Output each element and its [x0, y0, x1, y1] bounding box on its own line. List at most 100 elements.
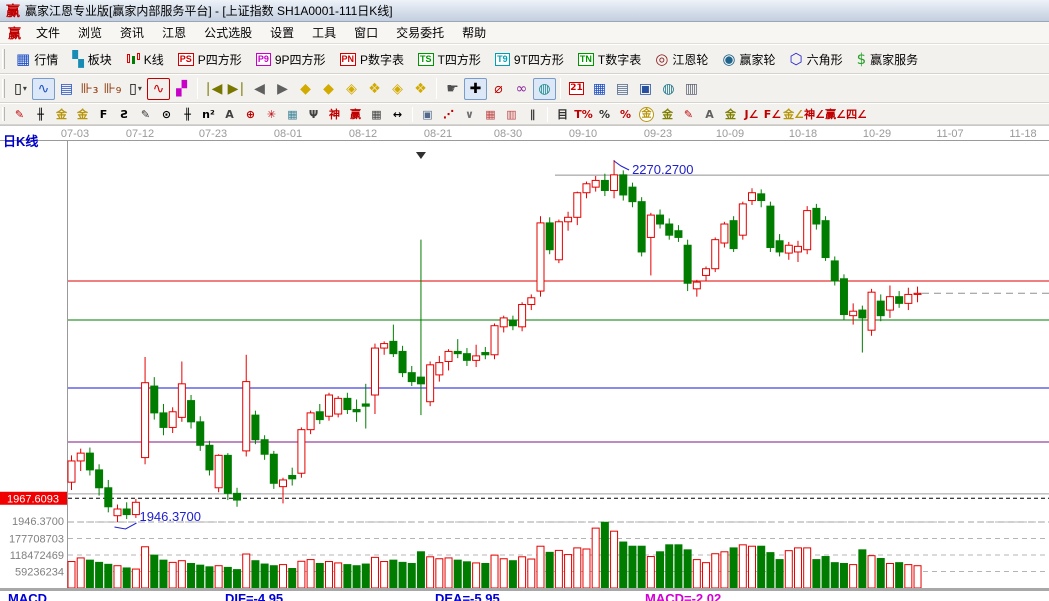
- calculator-button[interactable]: ▦: [588, 78, 611, 100]
- menu-item-1[interactable]: 文件: [27, 22, 69, 43]
- box-frame-tool[interactable]: ▣: [417, 105, 438, 123]
- marker-pen-tool[interactable]: ✎: [135, 105, 156, 123]
- star-grid-tool[interactable]: ✳: [261, 105, 282, 123]
- gann-wheel-button[interactable]: ◎ 江恩轮: [648, 48, 715, 71]
- web-grid-tool[interactable]: ▦: [282, 105, 303, 123]
- chart-area[interactable]: 07-03 07-12 07-23 08-01 08-12 08-21 08-30 09-10…: [0, 125, 1049, 601]
- mirror-tool[interactable]: A: [219, 105, 240, 123]
- smart-tool[interactable]: ◍: [533, 77, 556, 100]
- title-bar[interactable]: 赢 赢家江恩专业版[赢家内部服务平台] - [上证指数 SH1A0001-111…: [0, 0, 1049, 22]
- volume-bar: [380, 561, 389, 589]
- kline-chart[interactable]: 07-03 07-12 07-23 08-01 08-12 08-21 08-30 09-10…: [0, 125, 1049, 601]
- gold-circle-tool[interactable]: 金: [636, 105, 657, 123]
- sectors-button[interactable]: ▚ 板块: [65, 48, 119, 71]
- fork-tool[interactable]: Ψ: [303, 105, 324, 123]
- menu-item-3[interactable]: 资讯: [111, 22, 153, 43]
- cycle-tool[interactable]: ⊙: [156, 105, 177, 123]
- a-wave-tool[interactable]: A: [699, 105, 720, 123]
- percent-line-tool[interactable]: %: [615, 105, 636, 123]
- fib-scale-tool[interactable]: F: [93, 105, 114, 123]
- gann-diamond-h[interactable]: ◈: [340, 78, 363, 100]
- bars-3-button[interactable]: ⊪₃: [78, 78, 101, 100]
- toolbar-grip[interactable]: [2, 107, 5, 121]
- kline-button[interactable]: K线: [119, 48, 171, 71]
- toolbar-grip[interactable]: [2, 49, 5, 69]
- shen-tool[interactable]: 神: [324, 105, 345, 123]
- gold-angle-tool[interactable]: 金∠: [783, 105, 804, 123]
- browser-button[interactable]: ◍: [657, 78, 680, 100]
- four-angle-tool[interactable]: 四∠: [846, 105, 867, 123]
- brush-tool[interactable]: ✎: [678, 105, 699, 123]
- menu-item-8[interactable]: 窗口: [345, 22, 387, 43]
- toolbar-grip[interactable]: [2, 79, 5, 98]
- pattern-tool[interactable]: ∿: [147, 77, 170, 100]
- menu-item-9[interactable]: 交易委托: [387, 22, 453, 43]
- gann-diamond-cross[interactable]: ◈: [386, 78, 409, 100]
- red-grid2-tool[interactable]: ▥: [501, 105, 522, 123]
- percent-tool[interactable]: %: [594, 105, 615, 123]
- menu-item-6[interactable]: 设置: [261, 22, 303, 43]
- span-tool[interactable]: ↔: [387, 105, 408, 123]
- shen-angle-tool[interactable]: 神∠: [804, 105, 825, 123]
- menu-item-5[interactable]: 公式选股: [195, 22, 261, 43]
- winner-service-button[interactable]: $ 赢家服务: [850, 48, 926, 71]
- t-table-button[interactable]: TN T数字表: [571, 48, 648, 71]
- gold-scale2-tool[interactable]: 金: [72, 105, 93, 123]
- winner-wheel-button[interactable]: ◉ 赢家轮: [715, 48, 782, 71]
- nav-prev-button[interactable]: ◀: [248, 78, 271, 100]
- wave-tool[interactable]: ∨: [459, 105, 480, 123]
- nav-last-button[interactable]: ▶∣: [225, 78, 248, 100]
- save-button[interactable]: ▣: [634, 78, 657, 100]
- gold-line-tool[interactable]: 金: [657, 105, 678, 123]
- child-window-icon[interactable]: 赢: [8, 23, 21, 42]
- spiral-tool[interactable]: Ƨ: [114, 105, 135, 123]
- period-selector[interactable]: ▯ ▾: [9, 78, 32, 100]
- hand-tool[interactable]: ☛: [441, 78, 464, 100]
- t-percent-tool[interactable]: T%: [573, 105, 594, 123]
- grid-123-tool[interactable]: ▦: [366, 105, 387, 123]
- gann-diamond-right[interactable]: ◆: [317, 78, 340, 100]
- target-tool[interactable]: ⊕: [240, 105, 261, 123]
- scale-tool[interactable]: ╫: [30, 105, 51, 123]
- candle-style-selector[interactable]: ▯ ▾: [124, 78, 147, 100]
- pen-tool[interactable]: ✎: [9, 105, 30, 123]
- gann-diamond-left[interactable]: ◆: [294, 78, 317, 100]
- gann-diamond-multi[interactable]: ❖: [363, 78, 386, 100]
- 9p-square-button[interactable]: P9 9P四方形: [249, 48, 333, 71]
- scale2-tool[interactable]: ╫: [177, 105, 198, 123]
- gold-line2-tool[interactable]: 金: [720, 105, 741, 123]
- quotes-button[interactable]: ▦ 行情: [9, 48, 65, 71]
- square-of-n-tool[interactable]: n²: [198, 105, 219, 123]
- hexagon-button[interactable]: ⬡ 六角形: [782, 48, 849, 71]
- bars-9-button[interactable]: ⊪₉: [101, 78, 124, 100]
- volume-profile-button[interactable]: ▞: [170, 78, 193, 100]
- trend-tool[interactable]: ∿: [32, 77, 55, 100]
- p-square-button[interactable]: PS P四方形: [171, 48, 249, 71]
- print-button[interactable]: ▥: [680, 78, 703, 100]
- calendar-button[interactable]: 21: [565, 78, 588, 100]
- menu-item-10[interactable]: 帮助: [453, 22, 495, 43]
- rays-tool[interactable]: ⋰: [438, 105, 459, 123]
- nav-next-button[interactable]: ▶: [271, 78, 294, 100]
- compare-bars-tool[interactable]: 目: [552, 105, 573, 123]
- gann-diamond-all[interactable]: ❖: [409, 78, 432, 100]
- nav-first-button[interactable]: ∣◀: [202, 78, 225, 100]
- j-angle-tool[interactable]: J∠: [741, 105, 762, 123]
- f-angle-tool[interactable]: F∠: [762, 105, 783, 123]
- crosshair-tool[interactable]: ✚: [464, 77, 487, 100]
- gold-scale-tool[interactable]: 金: [51, 105, 72, 123]
- menu-item-2[interactable]: 浏览: [69, 22, 111, 43]
- menu-item-4[interactable]: 江恩: [153, 22, 195, 43]
- parallel-tool[interactable]: ∥: [522, 105, 543, 123]
- report-button[interactable]: ▤: [611, 78, 634, 100]
- menu-item-7[interactable]: 工具: [303, 22, 345, 43]
- ying-angle-tool[interactable]: 赢∠: [825, 105, 846, 123]
- knot-tool[interactable]: ∞: [510, 78, 533, 100]
- 9t-square-button[interactable]: T9 9T四方形: [488, 48, 571, 71]
- t-square-button[interactable]: TS T四方形: [411, 48, 488, 71]
- p-table-button[interactable]: PN P数字表: [333, 48, 412, 71]
- erase-line-tool[interactable]: ⌀: [487, 78, 510, 100]
- red-grid-tool[interactable]: ▦: [480, 105, 501, 123]
- ying-tool[interactable]: 赢: [345, 105, 366, 123]
- info-panel-button[interactable]: ▤: [55, 78, 78, 100]
